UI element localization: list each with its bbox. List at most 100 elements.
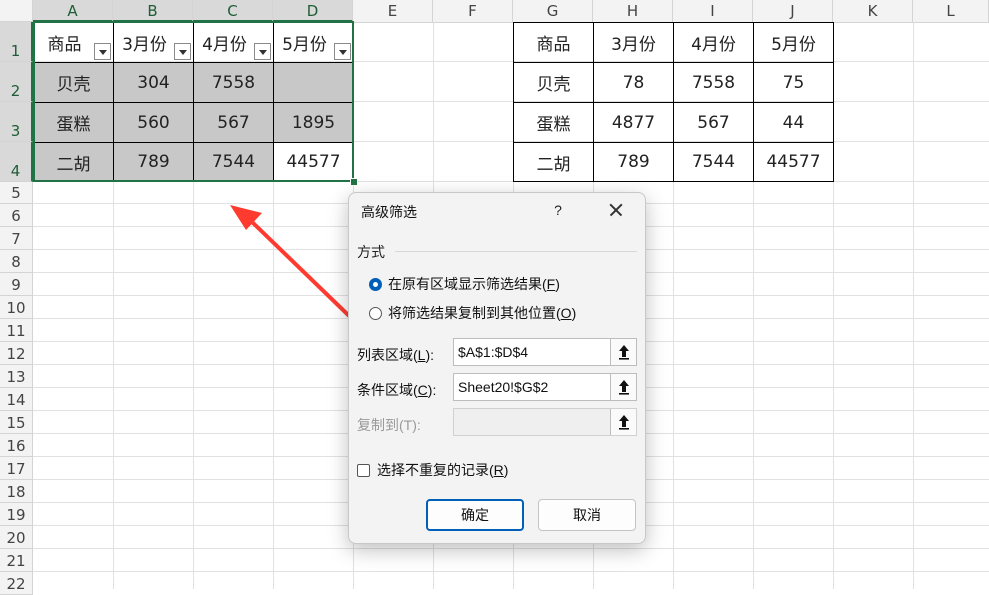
data-cell[interactable]: 304 (113, 62, 194, 103)
row-header-21[interactable]: 21 (0, 549, 33, 572)
data-cell[interactable]: 560 (113, 102, 194, 143)
filter-dropdown-icon[interactable] (94, 43, 111, 60)
radio-copy-to-location[interactable]: 将筛选结果复制到其他位置(O) (369, 303, 576, 323)
column-header-c[interactable]: C (193, 0, 273, 22)
filter-dropdown-icon[interactable] (334, 43, 351, 60)
cancel-button[interactable]: 取消 (538, 499, 636, 531)
gridline (913, 22, 914, 589)
list-header-cell[interactable]: 4月份 (193, 22, 274, 63)
row-header-5[interactable]: 5 (0, 182, 33, 204)
criteria-range-value[interactable]: Sheet20!$G$2 (458, 379, 610, 395)
radio-label: 在原有区域显示筛选结果(F) (388, 276, 560, 292)
row-header-20[interactable]: 20 (0, 526, 33, 549)
close-icon[interactable] (605, 199, 627, 221)
column-header-g[interactable]: G (513, 0, 593, 22)
list-header-cell[interactable]: 3月份 (113, 22, 194, 63)
criteria-cell[interactable]: 75 (753, 62, 834, 103)
criteria-cell[interactable]: 567 (673, 102, 754, 143)
row-header-11[interactable]: 11 (0, 319, 33, 342)
unique-records-checkbox[interactable]: 选择不重复的记录(R) (357, 460, 508, 480)
criteria-range-input[interactable]: Sheet20!$G$2 (453, 373, 637, 401)
column-header-f[interactable]: F (433, 0, 513, 22)
list-header-cell[interactable]: 商品 (33, 22, 114, 63)
row-header-18[interactable]: 18 (0, 480, 33, 503)
radio-unselected-icon[interactable] (369, 306, 382, 320)
criteria-cell[interactable]: 78 (593, 62, 674, 103)
collapse-dialog-button[interactable] (610, 374, 636, 400)
filter-dropdown-icon[interactable] (254, 43, 271, 60)
list-header-cell[interactable]: 5月份 (273, 22, 354, 63)
criteria-cell[interactable]: 7544 (673, 142, 754, 182)
column-header-a[interactable]: A (33, 0, 113, 22)
checkbox-box[interactable] (357, 463, 370, 477)
row-header-13[interactable]: 13 (0, 365, 33, 388)
criteria-range-label: 条件区域(C): (357, 382, 437, 398)
row-header-14[interactable]: 14 (0, 388, 33, 411)
data-cell[interactable]: 567 (193, 102, 274, 143)
row-header-16[interactable]: 16 (0, 434, 33, 457)
mode-section-label: 方式 (357, 244, 385, 260)
data-cell[interactable]: 44577 (273, 142, 354, 182)
data-cell[interactable]: 蛋糕 (33, 102, 114, 143)
criteria-header-cell[interactable]: 5月份 (753, 22, 834, 63)
column-header-h[interactable]: H (593, 0, 673, 22)
upload-arrow-icon (618, 415, 629, 430)
data-cell[interactable]: 789 (113, 142, 194, 182)
column-header-k[interactable]: K (833, 0, 913, 22)
fill-handle[interactable] (350, 178, 358, 186)
criteria-cell[interactable]: 二胡 (513, 142, 594, 182)
row-header-6[interactable]: 6 (0, 204, 33, 227)
criteria-header-cell[interactable]: 3月份 (593, 22, 674, 63)
row-header-7[interactable]: 7 (0, 227, 33, 250)
row-header-9[interactable]: 9 (0, 273, 33, 296)
select-all-corner[interactable] (0, 0, 33, 22)
column-header-b[interactable]: B (113, 0, 193, 22)
criteria-cell[interactable]: 7558 (673, 62, 754, 103)
criteria-cell[interactable]: 44577 (753, 142, 834, 182)
row-header-10[interactable]: 10 (0, 296, 33, 319)
data-cell[interactable]: 7558 (193, 62, 274, 103)
upload-arrow-icon (618, 380, 629, 395)
column-header-e[interactable]: E (353, 0, 433, 22)
row-header-19[interactable]: 19 (0, 503, 33, 526)
row-header-1[interactable]: 1 (0, 22, 33, 62)
criteria-header-cell[interactable]: 4月份 (673, 22, 754, 63)
list-range-input[interactable]: $A$1:$D$4 (453, 338, 637, 366)
column-header-l[interactable]: L (913, 0, 989, 22)
data-cell[interactable]: 1895 (273, 102, 354, 143)
data-cell[interactable]: 7544 (193, 142, 274, 182)
collapse-dialog-button[interactable] (610, 339, 636, 365)
radio-selected-icon[interactable] (369, 277, 382, 291)
row-header-15[interactable]: 15 (0, 411, 33, 434)
help-icon[interactable]: ? (551, 202, 565, 218)
criteria-cell[interactable]: 44 (753, 102, 834, 143)
criteria-cell[interactable]: 蛋糕 (513, 102, 594, 143)
row-header-2[interactable]: 2 (0, 62, 33, 102)
row-header-8[interactable]: 8 (0, 250, 33, 273)
criteria-header-cell[interactable]: 商品 (513, 22, 594, 63)
list-range-value[interactable]: $A$1:$D$4 (458, 344, 610, 360)
column-header-i[interactable]: I (673, 0, 753, 22)
filter-dropdown-icon[interactable] (174, 43, 191, 60)
data-cell[interactable] (273, 62, 354, 103)
copy-to-label: 复制到(T): (357, 417, 421, 433)
data-cell[interactable]: 二胡 (33, 142, 114, 182)
header-label: 4月份 (202, 35, 247, 55)
radio-filter-in-place[interactable]: 在原有区域显示筛选结果(F) (369, 274, 560, 294)
column-header-j[interactable]: J (753, 0, 833, 22)
row-header-22[interactable]: 22 (0, 572, 33, 595)
criteria-cell[interactable]: 贝壳 (513, 62, 594, 103)
row-header-3[interactable]: 3 (0, 102, 33, 142)
data-cell[interactable]: 贝壳 (33, 62, 114, 103)
upload-arrow-icon (618, 345, 629, 360)
header-label: 商品 (47, 35, 82, 55)
ok-button[interactable]: 确定 (426, 499, 524, 531)
gridline (33, 548, 989, 549)
criteria-cell[interactable]: 4877 (593, 102, 674, 143)
criteria-cell[interactable]: 789 (593, 142, 674, 182)
row-header-4[interactable]: 4 (0, 142, 33, 182)
row-header-17[interactable]: 17 (0, 457, 33, 480)
dialog-title: 高级筛选 (361, 204, 417, 220)
row-header-12[interactable]: 12 (0, 342, 33, 365)
column-header-d[interactable]: D (273, 0, 353, 22)
